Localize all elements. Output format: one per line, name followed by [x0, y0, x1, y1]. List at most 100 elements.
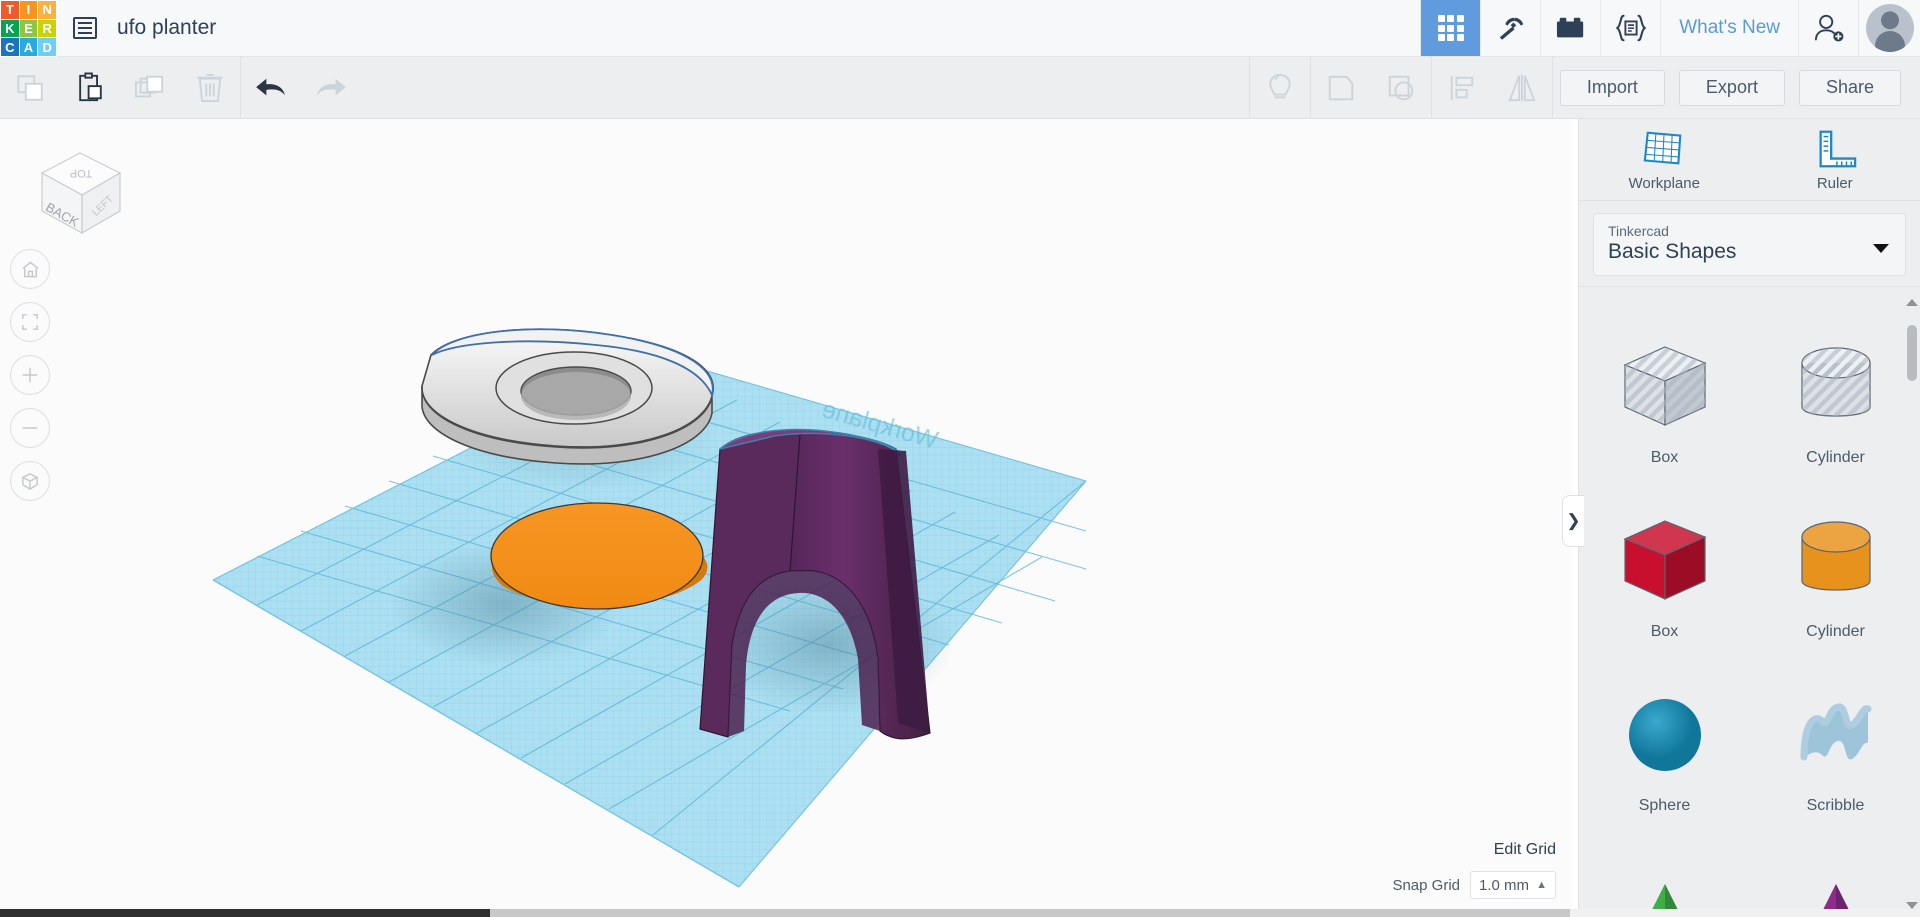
logo-tile-k: K [1, 19, 19, 38]
design-list-button[interactable] [57, 0, 113, 56]
library-owner: Tinkercad [1608, 223, 1669, 239]
minus-icon [22, 427, 38, 429]
panel-collapse-handle[interactable]: ❯ [1562, 495, 1584, 547]
redo-button[interactable] [301, 57, 361, 119]
paste-button[interactable] [60, 57, 120, 119]
shapes-scrollbar-thumb[interactable] [1907, 325, 1917, 381]
align-icon [1450, 75, 1474, 100]
solid-sphere-thumbnail [1628, 699, 1701, 771]
hole-box-thumbnail [1622, 346, 1707, 426]
toolbar-divider [1551, 56, 1553, 119]
design-canvas[interactable]: Workplane TOP BACK LEFT Edit Grid Snap G… [0, 119, 1572, 917]
snap-grid-select[interactable]: 1.0 mm ▲ [1470, 871, 1556, 899]
window-scrollbar[interactable] [0, 909, 1920, 917]
header-blocks-button[interactable] [1540, 0, 1600, 56]
whats-new-link[interactable]: What's New [1660, 0, 1798, 56]
scroll-down-arrow[interactable] [1906, 902, 1918, 909]
ufo-body-torus [421, 328, 715, 465]
duplicate-icon [135, 75, 164, 97]
shape-item-solid-pyramid[interactable] [1750, 837, 1920, 917]
shapes-panel: Workplane Ruler Tinkercad Basic Shapes B… [1578, 119, 1920, 917]
ortho-toggle-button[interactable] [10, 461, 50, 501]
invite-people-button[interactable] [1798, 0, 1858, 56]
snap-grid-label: Snap Grid [1392, 876, 1460, 894]
snap-grid-control: Snap Grid 1.0 mm ▲ [1392, 871, 1556, 899]
shapes-grid: Box Cylinder Box Cylinder Sphere Scribble [1579, 315, 1920, 917]
app-header: TINKERCAD ufo planter What's New [0, 0, 1920, 57]
pickaxe-icon [1499, 17, 1523, 40]
shapes-scroll-area[interactable]: Box Cylinder Box Cylinder Sphere Scribble [1579, 315, 1920, 917]
align-button[interactable] [1432, 57, 1492, 119]
export-button[interactable]: Export [1678, 69, 1785, 106]
mirror-button[interactable] [1492, 57, 1552, 119]
undo-button[interactable] [241, 57, 301, 119]
library-name: Basic Shapes [1608, 240, 1737, 263]
workplane-tool-label: Workplane [1628, 175, 1700, 192]
edit-grid-button[interactable]: Edit Grid [1494, 841, 1556, 859]
ungroup-icon [1388, 75, 1414, 100]
shape-item-solid-cylinder[interactable]: Cylinder [1750, 489, 1920, 663]
logo-tile-c: C [1, 38, 19, 56]
lightbulb-icon [1269, 73, 1291, 98]
logo-tile-e: E [19, 19, 38, 38]
header-gallery-button[interactable] [1420, 0, 1481, 56]
workplane-ruler-row: Workplane Ruler [1579, 119, 1920, 201]
shape-item-solid-sphere[interactable]: Sphere [1579, 663, 1750, 837]
chevron-up-icon: ▲ [1536, 879, 1547, 891]
hint-button[interactable] [1250, 57, 1310, 119]
zoom-in-button[interactable] [10, 355, 50, 395]
shape-item-solid-box[interactable]: Box [1579, 489, 1750, 663]
shape-item-solid-pyramid[interactable] [1579, 837, 1750, 917]
header-codeblocks-button[interactable] [1600, 0, 1660, 56]
hole-cylinder-thumbnail [1800, 347, 1871, 417]
mirror-icon [1508, 74, 1536, 101]
logo-tile-n: N [38, 1, 56, 19]
view-cube-top-label: TOP [70, 167, 92, 179]
solid-box-thumbnail [1622, 520, 1707, 600]
logo-tile-r: R [38, 19, 56, 38]
shape-item-hole-box[interactable]: Box [1579, 315, 1750, 489]
shape-item-hole-cylinder[interactable]: Cylinder [1750, 315, 1920, 489]
chevron-down-icon [1873, 244, 1889, 253]
share-button[interactable]: Share [1798, 69, 1901, 106]
delete-button[interactable] [180, 57, 240, 119]
shape-library-select[interactable]: Tinkercad Basic Shapes [1593, 213, 1906, 276]
ruler-icon [1819, 130, 1856, 168]
ruler-tool-label: Ruler [1816, 175, 1853, 192]
snap-grid-value: 1.0 mm [1479, 876, 1530, 894]
home-icon [21, 260, 39, 277]
scene-3d: Workplane [212, 328, 1087, 888]
ungroup-button[interactable] [1371, 57, 1431, 119]
cube-perspective-icon [22, 472, 38, 490]
grid-9-icon [1437, 15, 1464, 41]
duplicate-button[interactable] [120, 57, 180, 119]
undo-icon [256, 78, 285, 95]
avatar [1865, 4, 1914, 52]
view-cube[interactable]: TOP BACK LEFT [22, 137, 132, 247]
group-button[interactable] [1311, 57, 1371, 119]
shape-item-label: Cylinder [1806, 623, 1865, 640]
window-scrollbar-thumb[interactable] [490, 909, 1570, 917]
shape-item-label: Sphere [1638, 797, 1691, 814]
import-button[interactable]: Import [1559, 69, 1665, 106]
shape-item-scribble[interactable]: Scribble [1750, 663, 1920, 837]
tinkercad-app: TINKERCAD ufo planter What's New Import … [0, 0, 1920, 917]
workplane-tool-button[interactable]: Workplane [1579, 119, 1750, 200]
edit-toolbar: Import Export Share [0, 56, 1920, 119]
copy-icon [17, 74, 43, 101]
scroll-up-arrow[interactable] [1906, 299, 1918, 306]
zoom-out-button[interactable] [10, 408, 50, 448]
home-view-button[interactable] [10, 249, 50, 289]
header-learn-button[interactable] [1480, 0, 1540, 56]
fit-view-button[interactable] [10, 302, 50, 342]
lego-brick-icon [1556, 17, 1583, 38]
trash-icon [197, 73, 223, 102]
add-user-icon [1814, 14, 1843, 42]
tinkercad-logo[interactable]: TIN KER CAD [0, 0, 57, 57]
redo-icon [317, 78, 346, 95]
copy-button[interactable] [0, 57, 60, 119]
ruler-tool-button[interactable]: Ruler [1750, 119, 1920, 200]
panel-divider [1579, 286, 1920, 287]
account-menu-button[interactable] [1858, 0, 1920, 56]
logo-tile-a: A [19, 38, 38, 56]
